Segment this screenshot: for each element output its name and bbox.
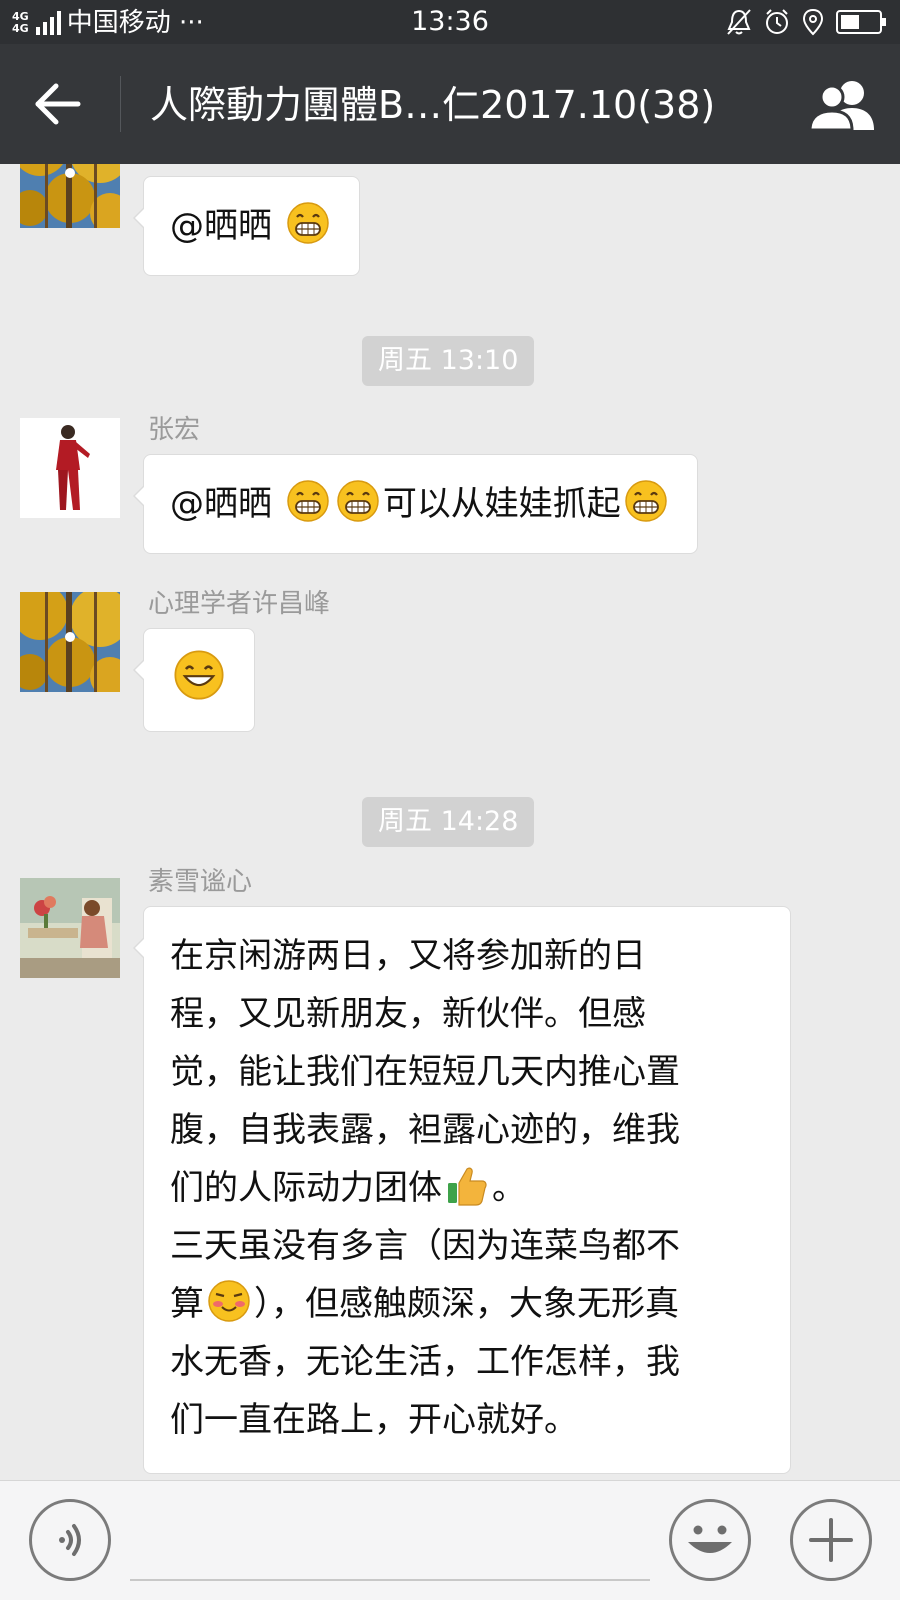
timestamp-chip: 周五 13:10: [362, 336, 535, 386]
back-arrow-icon[interactable]: [28, 74, 92, 134]
message-text: 算: [170, 1284, 204, 1324]
thumbs-up-emoji: [448, 1167, 487, 1206]
avatar-painting[interactable]: [20, 878, 120, 978]
message-bubble[interactable]: 在京闲游两日，又将参加新的日 程，又见新朋友，新伙伴。但感 觉，能让我们在短短几…: [133, 906, 791, 1474]
group-members-icon[interactable]: [806, 78, 880, 132]
grin-emoji: [337, 480, 379, 522]
status-right: [726, 8, 888, 36]
message-line: 水无香，无论生活，工作怎样，我: [170, 1342, 680, 1382]
message-line: 三天虽没有多言（因为连菜鸟都不: [170, 1226, 680, 1266]
shy-smile-emoji: [208, 1280, 250, 1322]
chat-header: 人際動力團體B…仁2017.10(38): [0, 44, 900, 164]
message-line: 程，又见新朋友，新伙伴。但感: [170, 994, 646, 1034]
chat-title: 人際動力團體B…仁2017.10(38): [150, 83, 716, 127]
message-text: 们的人际动力团体: [170, 1168, 442, 1208]
timestamp-chip: 周五 14:28: [362, 797, 535, 847]
message-bubble[interactable]: @晒晒 可以从娃娃抓起: [133, 454, 698, 554]
message-line: 算 ），但感触颇深，大象无形真: [170, 1275, 764, 1333]
chat-input-bar: [0, 1480, 900, 1600]
message-list[interactable]: @晒晒 周五 13:10 张宏 @晒晒 可以从娃娃抓起 心理学者许昌峰 周五 1…: [0, 164, 900, 1480]
message-text: @晒晒: [170, 206, 272, 246]
grin-emoji: [287, 202, 329, 244]
plus-icon: [809, 1518, 853, 1562]
smiley-face-icon: [688, 1525, 732, 1553]
message-bubble[interactable]: [133, 628, 255, 732]
message-input[interactable]: [130, 1579, 650, 1581]
battery-icon: [836, 10, 886, 34]
voice-icon: [59, 1524, 81, 1556]
location-icon: [802, 8, 824, 36]
message-line: 们的人际动力团体 。: [170, 1159, 764, 1217]
message-text: 可以从娃娃抓起: [382, 484, 621, 524]
message-text: 。: [492, 1168, 526, 1208]
grin-emoji: [287, 480, 329, 522]
status-bar: 4G 4G 中国移动 ··· 13:36: [0, 0, 900, 44]
message-line: 腹，自我表露，袒露心迹的，维我: [170, 1110, 680, 1150]
more-options-button[interactable]: [790, 1499, 872, 1581]
alarm-clock-icon: [766, 9, 788, 34]
grin-emoji: [625, 480, 667, 522]
mute-bell-icon: [727, 9, 751, 35]
avatar-tree[interactable]: [20, 592, 120, 692]
smile-emoji: [174, 650, 224, 700]
message-line: 觉，能让我们在短短几天内推心置: [170, 1052, 680, 1092]
message-line: 们一直在路上，开心就好。: [170, 1400, 578, 1440]
message-line: 在京闲游两日，又将参加新的日: [170, 936, 646, 976]
emoji-button[interactable]: [669, 1499, 751, 1581]
sender-name: 素雪谧心: [148, 867, 253, 897]
message-text: ），但感触颇深，大象无形真: [254, 1284, 679, 1324]
sender-name: 张宏: [148, 415, 201, 445]
voice-input-button[interactable]: [29, 1499, 111, 1581]
message-bubble[interactable]: @晒晒: [133, 176, 360, 276]
avatar-woman-red[interactable]: [20, 418, 120, 518]
header-divider: [120, 76, 121, 132]
avatar-tree[interactable]: [20, 164, 120, 228]
sender-name: 心理学者许昌峰: [148, 589, 331, 619]
message-text: @晒晒: [170, 484, 272, 524]
